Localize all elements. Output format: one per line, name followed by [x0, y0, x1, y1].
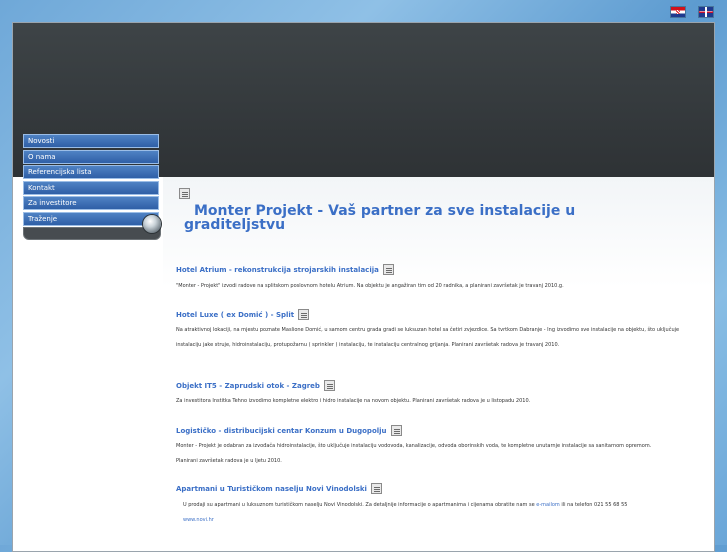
section-text: Za investitora Institka Tehno izvodimo k… — [176, 394, 530, 409]
section-heading-konzum-dugopolje[interactable]: Logističko - distribucijski centar Konzu… — [176, 425, 402, 436]
menu-item-kontakt[interactable]: Kontakt — [23, 180, 159, 195]
globe-icon — [143, 215, 161, 233]
section-heading-objekt-it5[interactable]: Objekt IT5 - Zaprudski otok - Zagreb — [176, 380, 335, 391]
paragraph-line: Za investitora Institka Tehno izvodimo k… — [176, 398, 531, 404]
page-title: Monter Projekt - Vaš partner za sve inst… — [184, 203, 576, 233]
english-flag-icon[interactable] — [699, 7, 713, 17]
language-switcher — [671, 7, 713, 17]
paragraph-line: Na atraktivnoj lokaciji, na mjestu pozna… — [176, 327, 680, 333]
paragraph-line: Monter - Projekt je odabran za izvođača … — [176, 443, 652, 449]
document-icon[interactable] — [370, 483, 382, 494]
section-text: Na atraktivnoj lokaciji, na mjestu pozna… — [176, 323, 679, 353]
email-link[interactable]: e-mailom — [536, 502, 560, 508]
section-heading-novi-vinodolski[interactable]: Apartmani u Turističkom naselju Novi Vin… — [176, 483, 382, 494]
menu-footer — [23, 227, 161, 240]
section-heading-hotel-luxe[interactable]: Hotel Luxe ( ex Domić ) - Split — [176, 309, 310, 320]
document-icon[interactable] — [382, 264, 394, 275]
section-heading-hotel-atrium[interactable]: Hotel Atrium - rekonstrukcija strojarski… — [176, 264, 394, 275]
website-link[interactable]: www.novi.hr — [183, 517, 214, 523]
document-icon[interactable] — [298, 309, 310, 320]
section-title[interactable]: Objekt IT5 - Zaprudski otok - Zagreb — [176, 382, 320, 390]
document-icon[interactable] — [323, 380, 335, 391]
section-title[interactable]: Hotel Luxe ( ex Domić ) - Split — [176, 311, 294, 319]
main-menu: Novosti O nama Referencijska lista Konta… — [23, 134, 161, 240]
menu-item-trazenje[interactable]: Traženje — [23, 211, 159, 226]
section-title[interactable]: Logističko - distribucijski centar Konzu… — [176, 427, 387, 435]
section-title[interactable]: Apartmani u Turističkom naselju Novi Vin… — [176, 485, 367, 493]
croatian-flag-icon[interactable] — [671, 7, 685, 17]
menu-item-o-nama[interactable]: O nama — [23, 149, 159, 164]
paragraph-line: U prodaji su apartmani u luksuznom turis… — [183, 502, 535, 508]
paragraph-line: instalaciju jake struje, hidroinstalacij… — [176, 342, 560, 348]
paragraph-line: Planirani završetak radova je u ljetu 20… — [176, 458, 282, 464]
section-title[interactable]: Hotel Atrium - rekonstrukcija strojarski… — [176, 266, 379, 274]
document-icon[interactable] — [390, 425, 402, 436]
document-icon[interactable] — [179, 188, 190, 199]
menu-item-referencijska-lista[interactable]: Referencijska lista — [23, 165, 159, 179]
section-text: Monter - Projekt je odabran za izvođača … — [176, 439, 651, 469]
section-text: U prodaji su apartmani u luksuznom turis… — [183, 498, 627, 528]
menu-item-novosti[interactable]: Novosti — [23, 134, 159, 148]
menu-item-za-investitore[interactable]: Za investitore — [23, 196, 159, 210]
section-text: "Monter - Projekt" izvodi radove na spli… — [176, 279, 564, 294]
phone-text: ili na telefon 021 55 68 55 — [561, 502, 628, 508]
paragraph-line: "Monter - Projekt" izvodi radove na spli… — [176, 283, 564, 289]
